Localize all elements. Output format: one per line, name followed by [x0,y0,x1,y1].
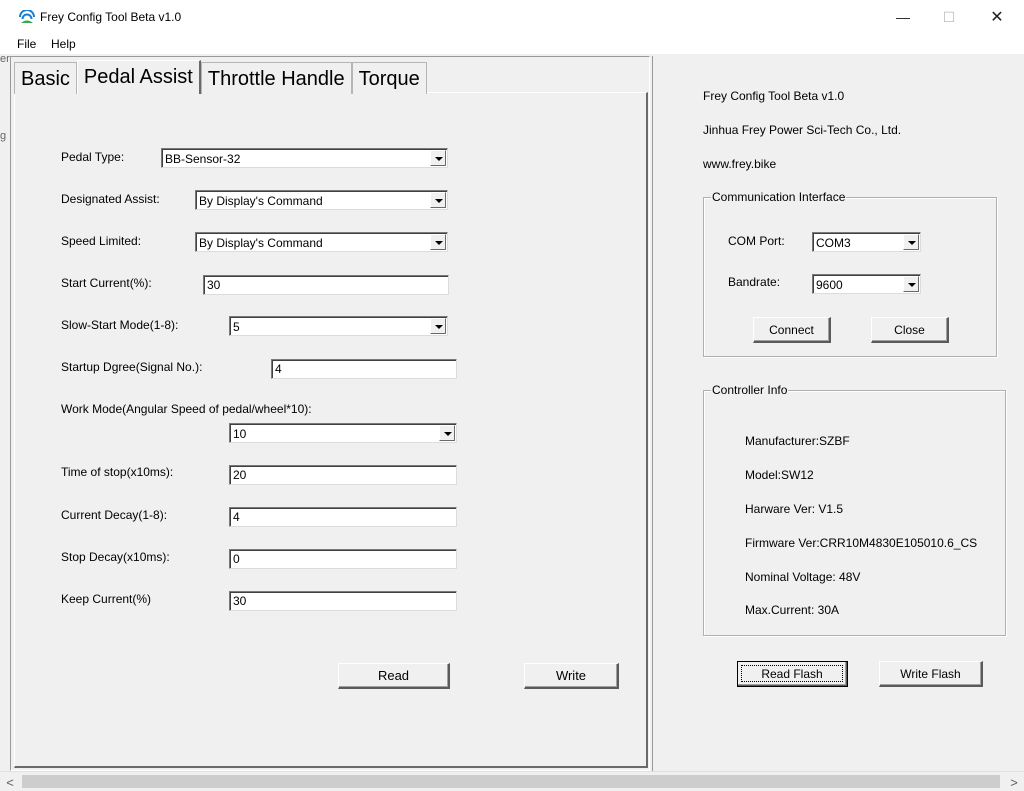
time-of-stop-label: Time of stop(x10ms): [61,465,174,479]
slow-start-mode-label: Slow-Start Mode(1-8): [61,318,179,332]
startup-degree-input[interactable] [271,359,457,379]
pedal-type-select[interactable]: BB-Sensor-32 [161,148,448,168]
website-text: www.frey.bike [703,157,777,171]
start-current-input[interactable] [203,275,449,295]
start-current-label: Start Current(%): [61,276,152,290]
chevron-down-icon[interactable] [430,234,446,250]
stop-decay-input[interactable] [229,549,457,569]
menu-help[interactable]: Help [51,37,76,51]
read-button[interactable]: Read [338,663,450,689]
speed-limited-select[interactable]: By Display's Command [195,232,448,252]
close-window-button[interactable]: ✕ [974,0,1020,34]
app-name-text: Frey Config Tool Beta v1.0 [703,89,845,103]
max-current-text: Max.Current: 30A [745,603,840,617]
work-mode-label: Work Mode(Angular Speed of pedal/wheel*1… [61,402,312,416]
chevron-down-icon[interactable] [430,192,446,208]
company-text: Jinhua Frey Power Sci-Tech Co., Ltd. [703,123,902,137]
connect-button[interactable]: Connect [753,317,831,343]
scrollbar-thumb[interactable] [22,775,1000,788]
slow-start-mode-select[interactable]: 5 [229,316,448,336]
app-logo-icon [19,10,35,23]
designated-assist-value: By Display's Command [199,194,323,208]
stop-decay-label: Stop Decay(x10ms): [61,550,170,564]
speed-limited-label: Speed Limited: [61,234,142,248]
maximize-button[interactable]: ☐ [926,0,972,34]
keep-current-input[interactable] [229,591,457,611]
title-bar: Frey Config Tool Beta v1.0 — ☐ ✕ [0,0,1024,34]
designated-assist-select[interactable]: By Display's Command [195,190,448,210]
model-text: Model:SW12 [745,468,814,482]
keep-current-label: Keep Current(%) [61,592,152,606]
baudrate-select[interactable]: 9600 [812,274,921,294]
speed-limited-value: By Display's Command [199,236,323,250]
time-of-stop-input[interactable] [229,465,457,485]
hardware-version-text: Harware Ver: V1.5 [745,502,844,516]
slow-start-mode-value: 5 [233,320,240,334]
pedal-type-value: BB-Sensor-32 [165,152,241,166]
scroll-right-icon[interactable]: > [1004,772,1024,791]
startup-degree-label: Startup Dgree(Signal No.): [61,360,203,374]
manufacturer-text: Manufacturer:SZBF [745,434,850,448]
minimize-button[interactable]: — [880,0,926,34]
tab-basic[interactable]: Basic [14,62,77,94]
chevron-down-icon[interactable] [903,276,919,292]
com-port-label: COM Port: [728,234,785,248]
pedal-type-label: Pedal Type: [61,150,125,164]
work-mode-select[interactable]: 10 [229,423,457,443]
work-mode-value: 10 [233,427,247,441]
background-window-fragment: g [0,130,7,142]
write-flash-button[interactable]: Write Flash [879,661,983,687]
write-button[interactable]: Write [524,663,619,689]
current-decay-label: Current Decay(1-8): [61,508,168,522]
com-port-value: COM3 [816,236,851,250]
menu-bar: File Help [0,34,1024,54]
chevron-down-icon[interactable] [430,150,446,166]
close-port-button[interactable]: Close [871,317,949,343]
current-decay-input[interactable] [229,507,457,527]
baudrate-label: Bandrate: [728,275,781,289]
firmware-version-text: Firmware Ver:CRR10M4830E105010.6_CS [745,536,978,550]
scroll-left-icon[interactable]: < [0,772,20,791]
horizontal-scrollbar[interactable]: < > [0,771,1024,791]
background-window-fragment: er [0,53,10,65]
chevron-down-icon[interactable] [430,318,446,334]
tab-strip: Basic Pedal Assist Throttle Handle Torqu… [14,60,427,94]
chevron-down-icon[interactable] [903,234,919,250]
tab-throttle-handle[interactable]: Throttle Handle [200,62,352,94]
designated-assist-label: Designated Assist: [61,192,160,206]
chevron-down-icon[interactable] [439,425,455,441]
controller-info-title: Controller Info [711,383,789,397]
menu-file[interactable]: File [17,37,36,51]
read-flash-button[interactable]: Read Flash [737,661,848,687]
baudrate-value: 9600 [816,278,843,292]
nominal-voltage-text: Nominal Voltage: 48V [745,570,861,584]
communication-interface-title: Communication Interface [711,190,847,204]
com-port-select[interactable]: COM3 [812,232,921,252]
tab-torque[interactable]: Torque [351,62,427,94]
window-title: Frey Config Tool Beta v1.0 [40,10,182,24]
tab-pedal-assist[interactable]: Pedal Assist [76,60,201,94]
